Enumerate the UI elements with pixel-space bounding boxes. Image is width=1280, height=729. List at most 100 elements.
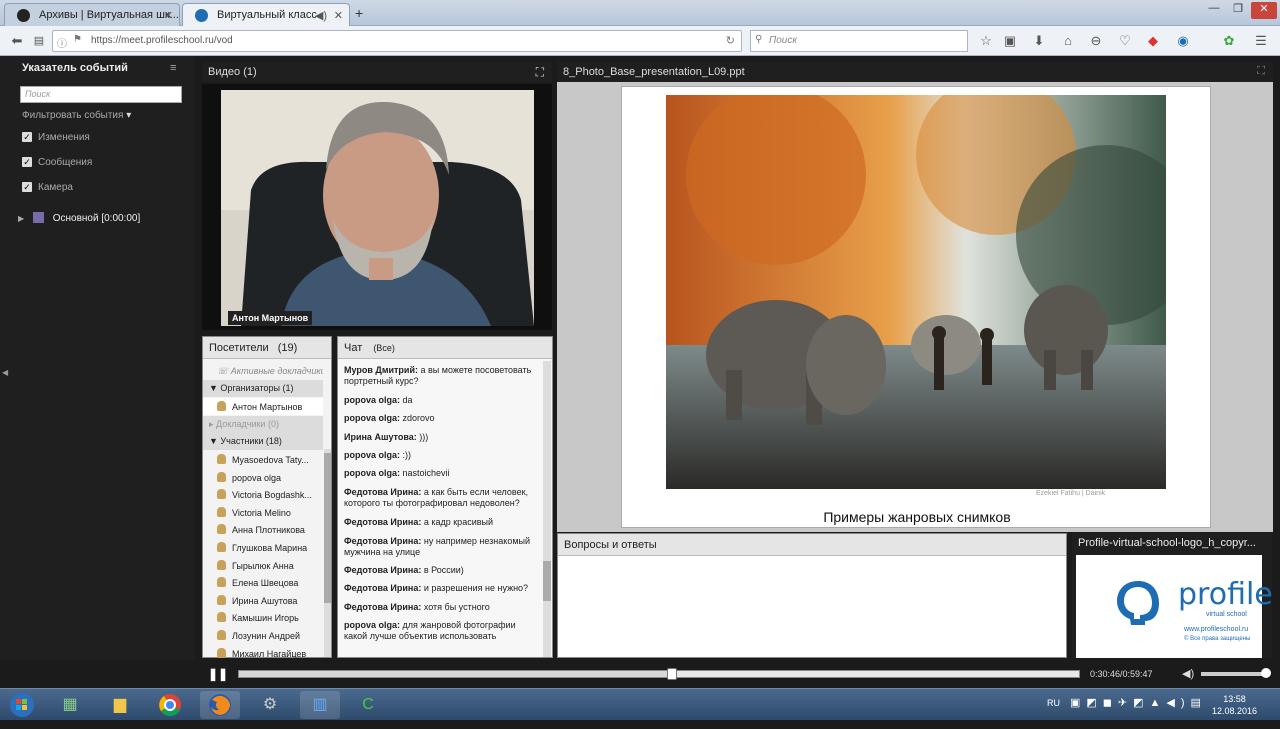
volume-icon[interactable]: ◀) — [1182, 667, 1194, 680]
list-item[interactable]: Victoria Melino — [203, 504, 323, 521]
pocket-icon[interactable]: ♡ — [1114, 31, 1136, 51]
browser-tab-archive[interactable]: Архивы | Виртуальная шк... ✕ — [4, 3, 180, 26]
reload-icon[interactable]: ↻ — [726, 34, 735, 47]
seek-bar[interactable] — [238, 668, 1080, 680]
addon-icon[interactable]: ◉ — [1172, 31, 1194, 51]
checkbox-icon[interactable]: ✓ — [22, 182, 32, 192]
list-item[interactable]: Анна Плотникова — [203, 521, 323, 538]
settings-gear-icon[interactable]: ⚙ — [250, 691, 290, 719]
clock[interactable]: 13:58 12.08.2016 — [1212, 693, 1257, 717]
list-item[interactable]: popova olga — [203, 469, 323, 486]
seek-handle[interactable] — [666, 668, 677, 680]
checkbox-icon[interactable]: ✓ — [22, 132, 32, 142]
chrome-icon[interactable] — [150, 691, 190, 719]
language-indicator[interactable]: RU — [1047, 698, 1060, 708]
taskbar-app-icon-2[interactable]: ▥ — [300, 691, 340, 719]
visitor-name: Ирина Ашутова — [232, 595, 298, 606]
pause-icon[interactable]: ❚❚ — [208, 667, 228, 681]
logo-panel: Profile-virtual-school-logo_h_copyr... p… — [1072, 533, 1273, 658]
chat-message: popova olga: nastoichevii — [344, 468, 540, 479]
timecode: 0:30:46/0:59:47 — [1090, 669, 1153, 679]
group-label: Организаторы (1) — [220, 383, 294, 393]
plugin-icon[interactable]: ⚑ — [73, 34, 82, 45]
back-button[interactable]: ⬅ — [6, 31, 28, 51]
info-icon[interactable]: ⓘ — [57, 35, 67, 50]
list-item[interactable]: Victoria Bogdashk... — [203, 486, 323, 503]
close-tab-icon[interactable]: ✕ — [334, 9, 343, 22]
participant-icon — [217, 594, 226, 605]
participants-group[interactable]: ▼ Участники (18) — [203, 433, 323, 450]
speakers-group[interactable]: ▸ Докладчики (0) — [203, 416, 323, 433]
new-tab-button[interactable]: + — [355, 5, 363, 21]
list-item[interactable]: Гырылюк Анна — [203, 557, 323, 574]
fullscreen-icon[interactable]: ⛶ — [536, 65, 544, 80]
minimize-button[interactable]: — — [1203, 2, 1225, 19]
scrollbar[interactable] — [324, 449, 331, 657]
track-main[interactable]: ▶ Основной [0:00:00] — [18, 212, 140, 224]
site-icon — [17, 9, 30, 22]
taskbar-app-icon-3[interactable]: C — [348, 691, 388, 719]
visitor-name: Victoria Bogdashk... — [232, 490, 312, 501]
maximize-button[interactable]: ❐ — [1227, 2, 1249, 19]
volume-handle[interactable] — [1261, 668, 1271, 678]
filter-messages[interactable]: ✓ Сообщения — [22, 157, 92, 168]
list-item[interactable]: Лозунин Андрей — [203, 627, 323, 644]
message-author: popova olga: — [344, 413, 400, 423]
menu-icon[interactable]: ☰ — [1250, 31, 1272, 51]
extension-icon[interactable]: ◆ — [1142, 31, 1164, 51]
filter-camera[interactable]: ✓ Камера — [22, 182, 73, 193]
list-item[interactable]: Антон Мартынов — [203, 398, 323, 415]
message-text: в России) — [423, 565, 464, 575]
download-icon[interactable]: ⬇ — [1028, 31, 1050, 51]
scrollbar-thumb[interactable] — [324, 453, 331, 603]
playback-bar: ❚❚ 0:30:46/0:59:47 ◀) — [198, 663, 1280, 686]
list-item[interactable]: Глушкова Марина — [203, 539, 323, 556]
addon-icon-2[interactable]: ✿ — [1218, 31, 1240, 51]
start-button[interactable] — [2, 691, 42, 719]
url-bar[interactable]: ⓘ ⚑ https://meet.profileschool.ru/vod ↻ — [52, 30, 742, 52]
seek-progress — [239, 671, 672, 677]
system-tray-icons[interactable]: ▣◩◼✈◩▲◀)▤ — [1070, 696, 1207, 709]
scrollbar-thumb[interactable] — [543, 561, 551, 601]
list-item[interactable]: Михаил Нагайцев — [203, 645, 323, 662]
chat-header: Чат (Все) — [338, 337, 552, 359]
close-window-button[interactable]: ✕ — [1251, 2, 1277, 19]
fullscreen-icon[interactable]: ⛶ — [1257, 65, 1265, 78]
speaker-icon[interactable]: ◀) — [315, 9, 327, 22]
list-item[interactable]: Myasoedova Taty... — [203, 451, 323, 468]
search-icon: ⚲ — [755, 34, 763, 45]
qa-header: Вопросы и ответы — [558, 534, 1066, 556]
expand-arrow-icon[interactable]: ▸ — [209, 419, 216, 429]
filter-events-dropdown[interactable]: Фильтровать события ▾ — [22, 110, 131, 121]
scrollbar[interactable] — [543, 361, 551, 657]
taskbar-app-icon[interactable]: ▦ — [50, 691, 90, 719]
bookmarks-list-icon[interactable]: ▣ — [999, 31, 1021, 51]
volume-slider[interactable] — [1201, 668, 1271, 678]
firefox-icon[interactable] — [200, 691, 240, 719]
reader-icon[interactable]: ▤ — [28, 31, 50, 51]
expand-arrow-icon[interactable]: ▶ — [18, 214, 24, 223]
browser-tab-virtual-class[interactable]: Виртуальный класс ◀) ✕ — [182, 3, 350, 26]
event-search-input[interactable]: Поиск — [20, 86, 182, 103]
slide-photo-elephants — [666, 95, 1166, 489]
organizers-group[interactable]: ▼ Организаторы (1) — [203, 380, 323, 397]
collapse-arrow-icon[interactable]: ▼ — [209, 383, 220, 393]
close-tab-icon[interactable]: ✕ — [164, 9, 173, 22]
collapse-arrow-icon[interactable]: ◀ — [2, 368, 8, 377]
chevron-down-icon: ▾ — [126, 110, 132, 121]
browser-search-input[interactable]: ⚲ Поиск — [750, 30, 968, 52]
folder-icon[interactable]: ▆ — [100, 691, 140, 719]
bookmark-star-icon[interactable]: ☆ — [975, 31, 997, 51]
visitors-header: Посетители (19) — [203, 337, 331, 359]
chat-scope[interactable]: (Все) — [373, 343, 395, 353]
checkbox-icon[interactable]: ✓ — [22, 157, 32, 167]
filter-changes[interactable]: ✓ Изменения — [22, 132, 90, 143]
list-item[interactable]: Камышин Игорь — [203, 609, 323, 626]
sync-icon[interactable]: ⊖ — [1085, 31, 1107, 51]
home-icon[interactable]: ⌂ — [1057, 31, 1079, 51]
panel-menu-icon[interactable]: ≡ — [170, 62, 176, 74]
list-item[interactable]: Ирина Ашутова — [203, 592, 323, 609]
collapse-arrow-icon[interactable]: ▼ — [209, 436, 220, 446]
list-item[interactable]: Елена Швецова — [203, 574, 323, 591]
message-text: zdorovo — [402, 413, 435, 423]
